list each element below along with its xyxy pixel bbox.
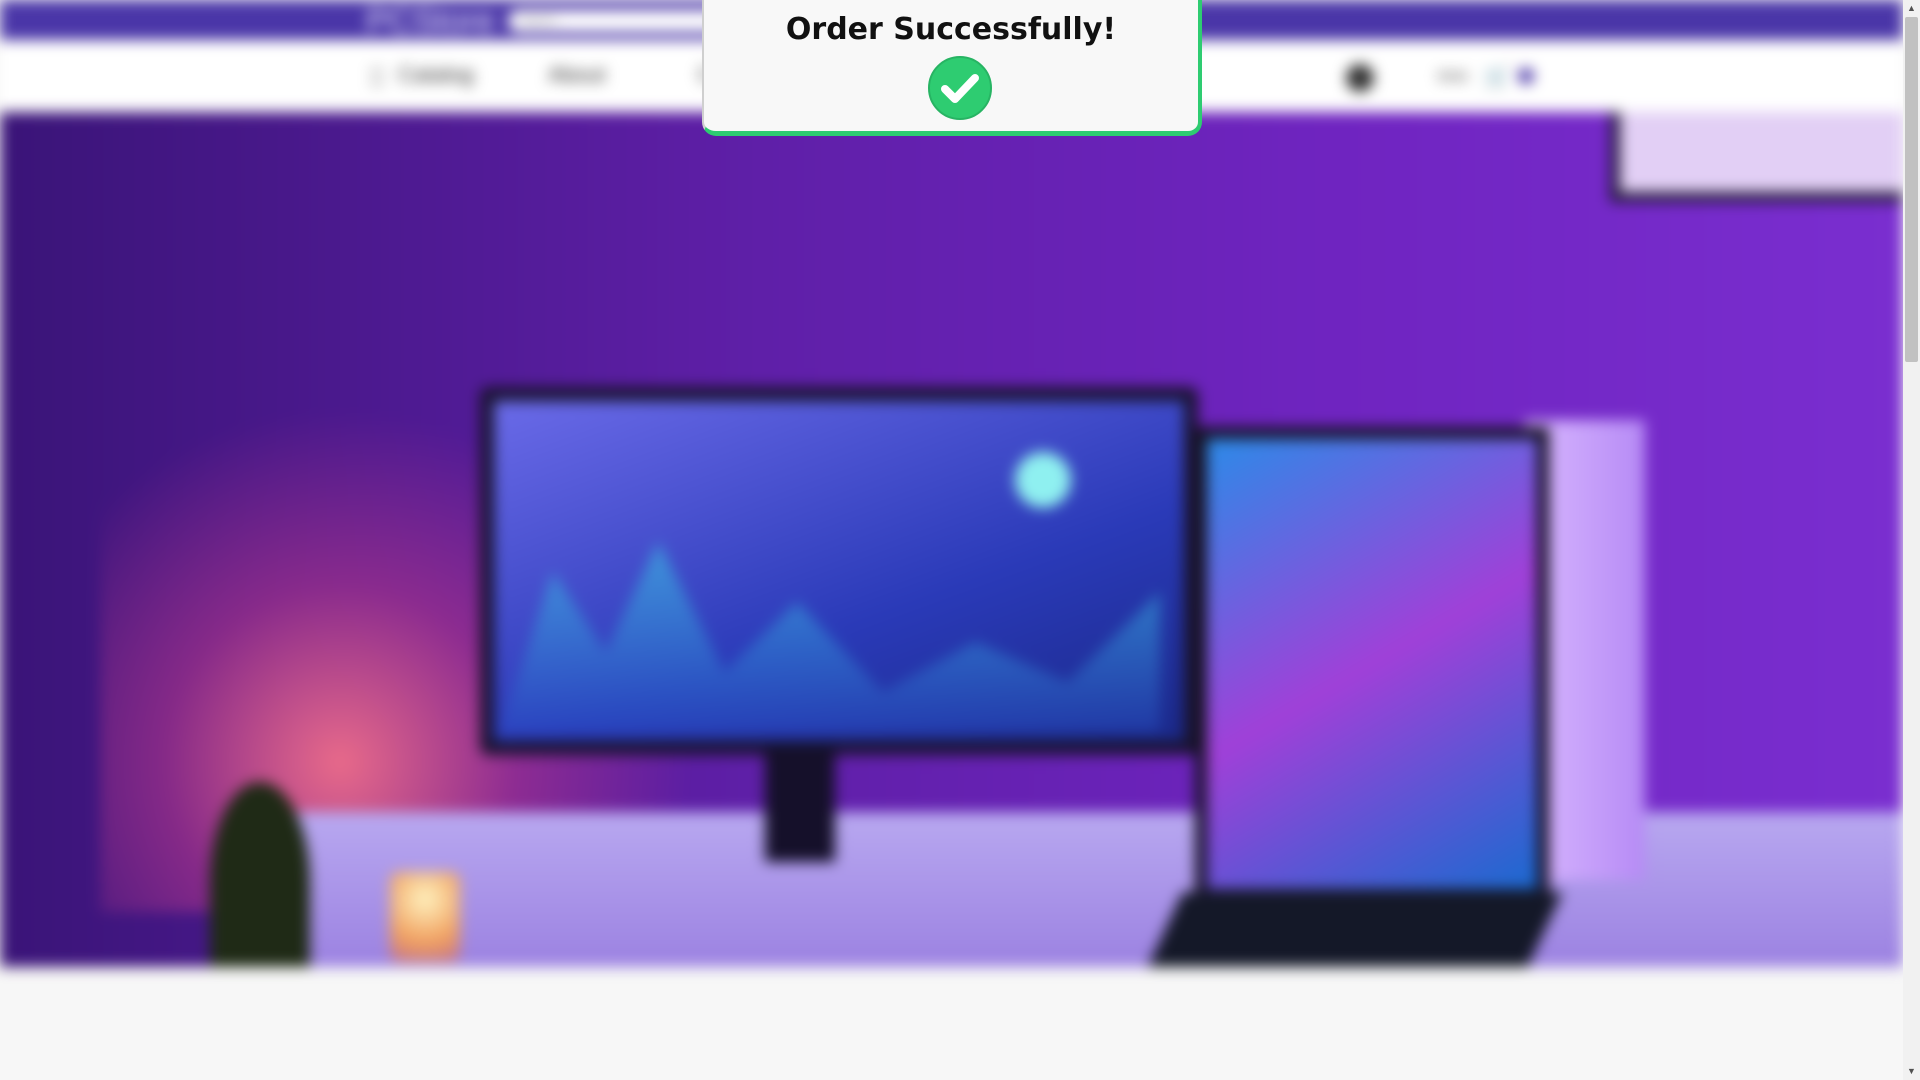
hero-pc-case: [1195, 427, 1549, 901]
scroll-down-arrow-icon[interactable]: ▼: [1903, 1063, 1920, 1080]
vertical-scrollbar[interactable]: ▲ ▼: [1903, 0, 1920, 1080]
blurred-page-content: PCStore Catalog About C ENG 🛒: [0, 0, 1903, 1080]
order-success-notification: Order Successfully!: [702, 0, 1202, 136]
hero-image: [0, 112, 1903, 967]
user-icon[interactable]: [1346, 64, 1374, 92]
check-circle-icon: [928, 56, 992, 120]
language-selector[interactable]: ENG: [1438, 68, 1468, 84]
cart-badge: [1518, 68, 1534, 84]
page: PCStore Catalog About C ENG 🛒: [0, 0, 1903, 1080]
hero-monitor-moon: [1015, 452, 1071, 508]
hero-wall-frame: [1610, 112, 1903, 202]
hero-mousepad: [1117, 892, 1563, 967]
scrollbar-thumb[interactable]: [1905, 17, 1918, 362]
hero-monitor-stand: [765, 742, 835, 862]
scroll-up-arrow-icon[interactable]: ▲: [1903, 0, 1920, 17]
notification-title: Order Successfully!: [785, 12, 1117, 47]
store-logo[interactable]: PCStore: [366, 2, 495, 41]
hero-plant: [210, 782, 310, 967]
nav-catalog[interactable]: Catalog: [370, 62, 474, 88]
cart-icon[interactable]: 🛒: [1484, 64, 1511, 90]
nav-about[interactable]: About: [548, 62, 606, 88]
hero-candle: [390, 872, 460, 962]
